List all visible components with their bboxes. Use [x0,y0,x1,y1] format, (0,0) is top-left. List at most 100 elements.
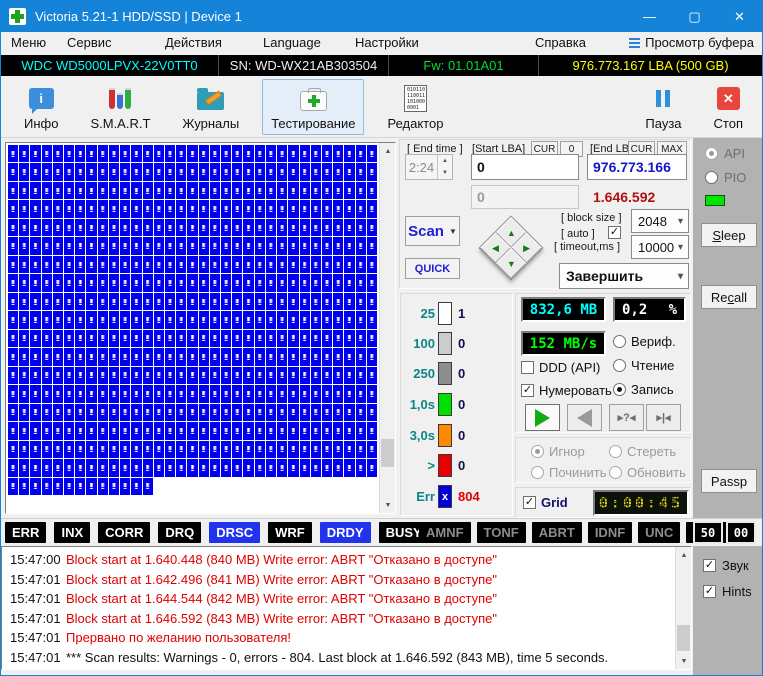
testing-tab-button[interactable]: Тестирование [262,79,364,135]
scanned-block: ! [86,422,96,439]
hints-checkbox-row[interactable]: ✓ Hints [703,584,752,599]
scanned-block: ! [311,330,321,347]
radio-icon[interactable] [613,383,626,396]
menu-item-4[interactable]: Language [263,35,321,50]
scroll-thumb[interactable] [381,439,394,467]
journals-tab-button[interactable]: Журналы [173,79,248,135]
menu-item-6[interactable]: Справка [535,35,586,50]
editor-tab-button[interactable]: 0101101100111010000001 Редактор [378,79,452,135]
menu-item-2[interactable]: Сервис [67,35,112,50]
scanned-block: ! [311,441,321,458]
mode-radio-Запись[interactable]: Запись [613,382,674,397]
scanned-block: ! [86,478,96,495]
scanned-block: ! [333,441,343,458]
end-time-spinner[interactable]: 2:24 ▲▼ [405,154,453,180]
passp-button[interactable]: Passp [701,469,757,493]
scanned-block: ! [154,293,164,310]
scanned-block: ! [300,404,310,421]
ddd-checkbox[interactable] [521,361,534,374]
scanned-block: ! [64,311,74,328]
down-arrow-icon: ▼ [507,259,516,269]
scanned-block: ! [86,348,96,365]
legend-color-block: x [438,485,452,508]
spinner-arrows-icon[interactable]: ▲▼ [437,155,452,179]
pio-radio[interactable] [705,171,718,184]
sleep-button[interactable]: Sleep [701,223,757,247]
menu-item-3[interactable]: Действия [165,35,222,50]
scroll-down-icon[interactable]: ▼ [676,653,692,669]
scanned-block: ! [176,367,186,384]
log-scrollbar[interactable]: ▲ ▼ [675,547,691,669]
quick-button[interactable]: QUICK [405,258,460,279]
smart-tab-button[interactable]: S.M.A.R.T [81,79,159,135]
recall-button[interactable]: Recall [701,285,757,309]
radio-icon[interactable] [613,359,626,372]
numerate-checkbox[interactable]: ✓ [521,384,534,397]
sound-checkbox-row[interactable]: ✓ Звук [703,558,749,573]
menu-item-5[interactable]: Настройки [355,35,419,50]
scanned-block: ! [143,367,153,384]
log-message: Block start at 1.640.448 (840 MB) Write … [66,550,497,570]
close-button[interactable]: ✕ [717,1,762,32]
scroll-thumb[interactable] [677,625,690,651]
scanned-block: ! [8,200,18,217]
start-lba-input[interactable]: 0 [471,154,579,180]
block-size-select[interactable]: 2048▾ [631,209,689,233]
scanned-block: ! [154,163,164,180]
scroll-up-icon[interactable]: ▲ [676,547,692,563]
grid-checkbox[interactable]: ✓ [523,496,536,509]
seek-error-button[interactable]: ▸?◂ [609,404,644,431]
auto-checkbox[interactable]: ✓ [608,226,621,239]
scanned-block: ! [86,274,96,291]
action-select[interactable]: Завершить▾ [559,263,689,289]
legend-count: 804 [458,489,480,504]
scanned-block: ! [120,237,130,254]
scanned-block: ! [243,404,253,421]
scroll-down-icon[interactable]: ▼ [380,497,396,513]
radio-icon[interactable] [613,335,626,348]
scanned-block: ! [333,459,343,476]
play-backward-button[interactable] [567,404,602,431]
remap-label: Игнор [549,444,585,459]
scanned-block: ! [86,200,96,217]
scanned-block: ! [165,330,175,347]
scanned-block: ! [356,459,366,476]
blockmap-scrollbar[interactable]: ▲ ▼ [379,143,395,513]
radio-icon [531,466,544,479]
pause-button[interactable]: Пауза [636,79,690,135]
numerate-checkbox-row[interactable]: ✓ Нумеровать [521,383,612,398]
buffer-view-button[interactable]: Просмотр буфера [629,35,754,50]
mode-radio-Вериф.[interactable]: Вериф. [613,334,676,349]
scanned-block: ! [143,459,153,476]
end-lba-input[interactable]: 976.773.166 [587,154,687,180]
scroll-up-icon[interactable]: ▲ [380,143,396,159]
seek-end-button[interactable]: ▸|◂ [646,404,681,431]
scanned-block: ! [221,274,231,291]
scanned-block: ! [98,219,108,236]
scanned-block: ! [154,311,164,328]
legend-color-block [438,424,452,447]
ddd-checkbox-row[interactable]: DDD (API) [521,360,600,375]
pio-radio-row[interactable]: PIO [705,170,746,185]
scanned-block: ! [53,293,63,310]
mode-radio-Чтение[interactable]: Чтение [613,358,674,373]
scanned-block: ! [19,441,29,458]
sound-checkbox[interactable]: ✓ [703,559,716,572]
timeout-select[interactable]: 10000▾ [631,235,689,259]
info-tab-button[interactable]: i Инфо [15,79,67,135]
scanned-block: ! [333,219,343,236]
minimize-button[interactable]: — [627,1,672,32]
play-forward-button[interactable] [525,404,560,431]
scanned-block: ! [165,422,175,439]
scanned-block: ! [333,145,343,162]
maximize-button[interactable]: ▢ [672,1,717,32]
stop-button[interactable]: ✕ Стоп [705,79,752,135]
scanned-block: ! [143,348,153,365]
scanned-block: ! [165,293,175,310]
hints-checkbox[interactable]: ✓ [703,585,716,598]
scanned-block: ! [266,219,276,236]
grid-checkbox-row[interactable]: ✓ Grid [523,495,568,510]
scan-button[interactable]: Scan ▼ [405,216,460,246]
menu-item-1[interactable]: Меню [11,35,46,50]
scanned-block: ! [8,237,18,254]
